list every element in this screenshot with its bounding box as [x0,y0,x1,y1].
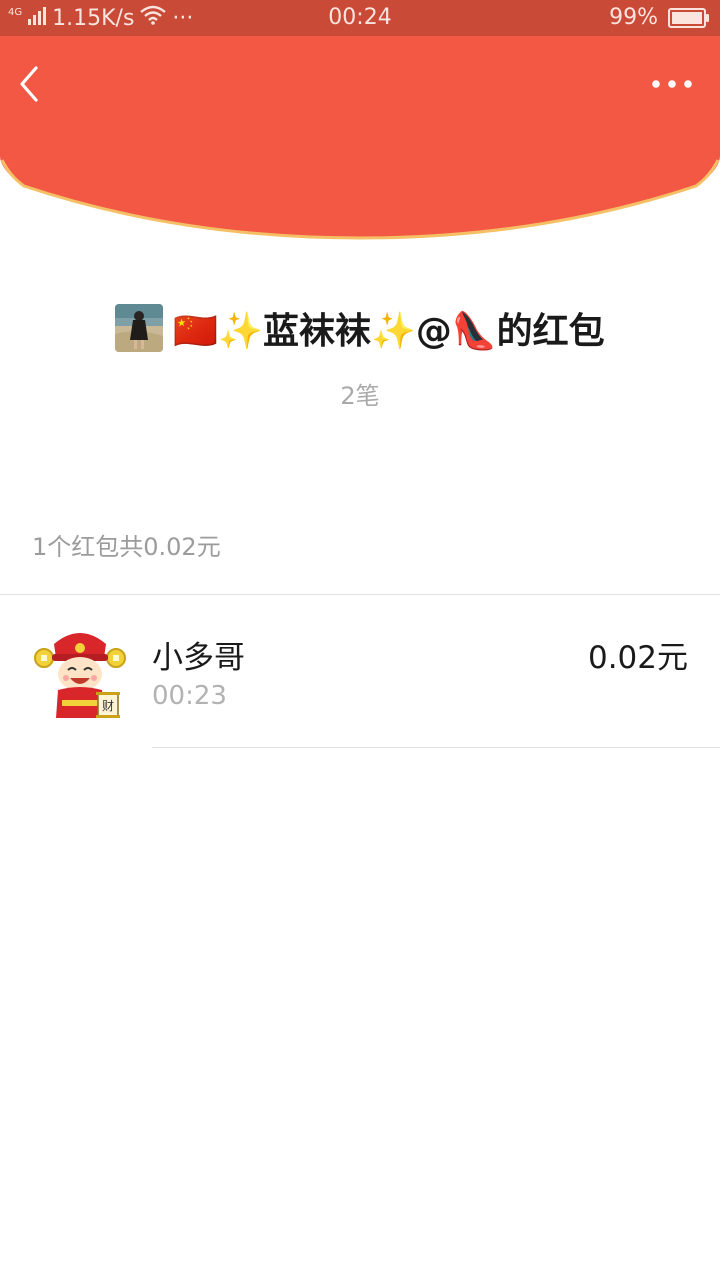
battery-icon [668,7,709,28]
status-bar: 4G 1.15K/s ··· 00:24 99% [0,0,720,36]
recipient-amount: 0.02元 [587,640,688,676]
chevron-left-icon [20,66,38,102]
recipient-time: 00:23 [152,681,227,711]
sender-title: 🇨🇳✨蓝袜袜✨@👠的红包 [173,311,605,352]
sender-row: 🇨🇳✨蓝袜袜✨@👠的红包 [0,302,720,354]
back-button[interactable] [14,60,50,108]
red-packet-header [0,36,720,240]
recipient-avatar[interactable]: 财 [32,626,128,722]
screen: 4G 1.15K/s ··· 00:24 99% 🇨🇳✨蓝袜袜✨@👠的红包 2笔… [0,0,720,1280]
packet-summary: 1个红包共0.02元 [32,533,221,561]
battery-percent: 99% [609,5,658,30]
ellipsis-icon [652,80,692,88]
recipient-row[interactable]: 财 小多哥 00:23 0.02元 [0,595,720,748]
status-right: 99% [609,5,709,30]
packet-count: 2笔 [340,382,380,410]
svg-text:财: 财 [102,699,114,713]
sender-avatar[interactable] [115,304,164,352]
recipient-name: 小多哥 [152,640,245,676]
more-button[interactable] [648,70,696,98]
item-divider [152,747,720,748]
